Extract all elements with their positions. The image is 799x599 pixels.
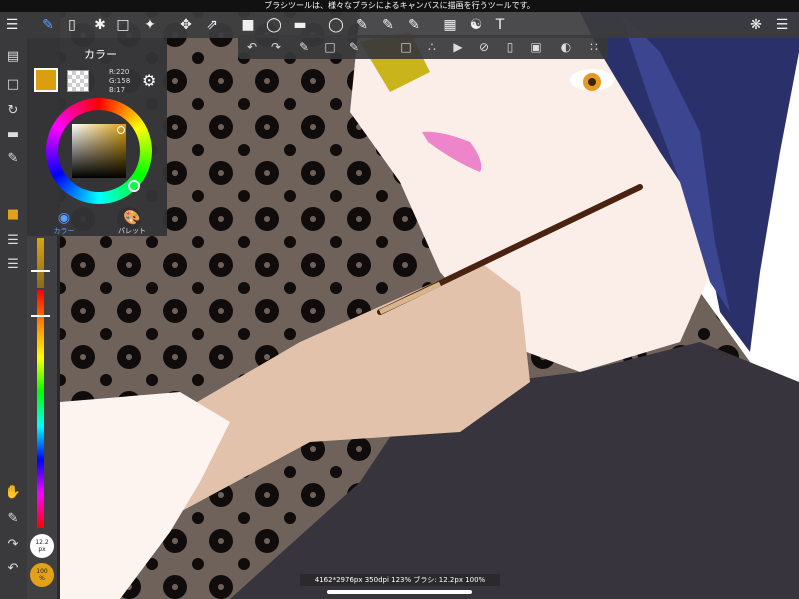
tab-color-label: カラー — [53, 227, 75, 235]
text-icon[interactable]: T — [490, 15, 510, 35]
tab-color[interactable]: ◉ カラー — [39, 210, 89, 236]
tool-hint-banner: ブラシツールは、様々なブラシによるキャンバスに描画を行うツールです。 — [0, 0, 799, 12]
rect-select-icon[interactable]: □ — [113, 15, 133, 35]
select-icon[interactable]: □ — [3, 74, 23, 94]
fill-rect-icon[interactable]: ■ — [238, 15, 258, 35]
opacity-value: 100 — [36, 568, 48, 575]
materials-icon[interactable]: ❋ — [746, 15, 766, 35]
top-toolbar: ☰ ✎ ▯ ✱ □ ✦ ✥ ⇗ ■ ◯ ▬ ◯ ✎ ✎ ✎ ▦ ☯ T ❋ ☰ — [0, 12, 799, 38]
ruler-icon[interactable]: ▬ — [3, 124, 23, 144]
select-eraser-icon[interactable]: ✎ — [378, 15, 398, 35]
opacity-unit: % — [39, 575, 45, 582]
opacity-slider-handle[interactable] — [31, 270, 50, 272]
sv-knob[interactable] — [117, 126, 125, 134]
tab-palette[interactable]: 🎨 パレット — [107, 210, 157, 236]
redo-icon[interactable]: ↷ — [3, 534, 23, 554]
pages-icon[interactable]: ▤ — [3, 46, 23, 66]
select-edit-icon[interactable]: ✎ — [404, 15, 424, 35]
bucket-icon[interactable]: ◯ — [264, 15, 284, 35]
rgb-readout: R:220 G:158 B:17 — [109, 68, 130, 95]
left-toolbar: ▤ □ ↻ ▬ ✎ ■ ☰ ☰ ✋ ✎ ↷ ↶ — [0, 38, 27, 599]
magic-wand-icon[interactable]: ✦ — [140, 15, 160, 35]
lasso-icon[interactable]: ◯ — [326, 15, 346, 35]
opacity-badge[interactable]: 100% — [30, 563, 54, 587]
eyedropper-icon[interactable]: ✎ — [3, 508, 23, 528]
layers-icon[interactable]: ☰ — [772, 15, 792, 35]
redo-icon[interactable]: ↷ — [266, 37, 286, 57]
g-value: G:158 — [109, 77, 131, 85]
pen-icon[interactable]: ✎ — [344, 37, 364, 57]
color-tab-icon: ◉ — [57, 210, 71, 226]
color-swatch-icon[interactable]: ■ — [3, 204, 23, 224]
frame-icon[interactable]: ▦ — [440, 15, 460, 35]
move-icon[interactable]: ✥ — [176, 15, 196, 35]
home-indicator[interactable] — [327, 590, 472, 594]
flip-icon[interactable]: ▶ — [448, 37, 468, 57]
frame-select-icon[interactable]: □ — [396, 37, 416, 57]
undo-icon[interactable]: ↶ — [3, 558, 23, 578]
fill-selection-icon[interactable]: ✎ — [294, 37, 314, 57]
brush-size-badge[interactable]: 12.2 px — [30, 534, 54, 558]
dots-icon[interactable]: ∴ — [422, 37, 442, 57]
clear-icon[interactable]: ◐ — [556, 37, 576, 57]
rotate-icon[interactable]: ↻ — [3, 100, 23, 120]
panel-title: カラー — [84, 48, 117, 61]
hue-slider[interactable] — [37, 290, 44, 528]
crop-icon[interactable]: ▣ — [526, 37, 546, 57]
artwork — [60, 12, 799, 599]
hue-slider-handle[interactable] — [31, 315, 50, 317]
brush-list-icon[interactable]: ☰ — [3, 230, 23, 250]
undo-icon[interactable]: ↶ — [242, 37, 262, 57]
gear-icon[interactable]: ⚙ — [142, 71, 156, 90]
sub-toolbar: ↶ ↷ ✎ □ ✎ □ ∴ ▶ ⊘ ▯ ▣ ◐ ∷ — [238, 35, 608, 59]
blur-icon[interactable]: ✱ — [90, 15, 110, 35]
status-bar: 4162*2976px 350dpi 123% ブラシ: 12.2px 100% — [300, 574, 500, 586]
no-icon[interactable]: ⊘ — [474, 37, 494, 57]
b-value: B:17 — [109, 86, 126, 94]
opacity-slider-track[interactable] — [37, 238, 44, 288]
brush-icon[interactable]: ✎ — [38, 15, 58, 35]
drawing-canvas[interactable] — [60, 12, 799, 599]
eraser-icon[interactable]: ▯ — [62, 15, 82, 35]
r-value: R:220 — [109, 68, 130, 76]
brush-size-value: 12.2 — [35, 539, 49, 546]
palette-icon: 🎨 — [123, 210, 141, 226]
gradient-icon[interactable]: ▬ — [290, 15, 310, 35]
color-panel: カラー R:220 G:158 B:17 ⚙ ◉ カラー 🎨 パレット — [27, 38, 167, 236]
brush-size-unit: px — [38, 546, 46, 553]
background-color-swatch[interactable] — [67, 70, 89, 92]
grid-icon[interactable]: ∷ — [584, 37, 604, 57]
transparency-icon[interactable]: □ — [320, 37, 340, 57]
transform-icon[interactable]: ⇗ — [202, 15, 222, 35]
hand-icon[interactable]: ✋ — [3, 482, 23, 502]
hue-knob[interactable] — [128, 180, 140, 192]
foreground-color-swatch[interactable] — [34, 68, 58, 92]
select-pen-icon[interactable]: ✎ — [352, 15, 372, 35]
eraser-icon[interactable]: ▯ — [500, 37, 520, 57]
balloon-icon[interactable]: ☯ — [466, 15, 486, 35]
menu-icon[interactable]: ☰ — [2, 15, 22, 35]
pen-icon[interactable]: ✎ — [3, 148, 23, 168]
layer-icon[interactable]: ☰ — [3, 254, 23, 274]
tab-palette-label: パレット — [118, 227, 146, 235]
